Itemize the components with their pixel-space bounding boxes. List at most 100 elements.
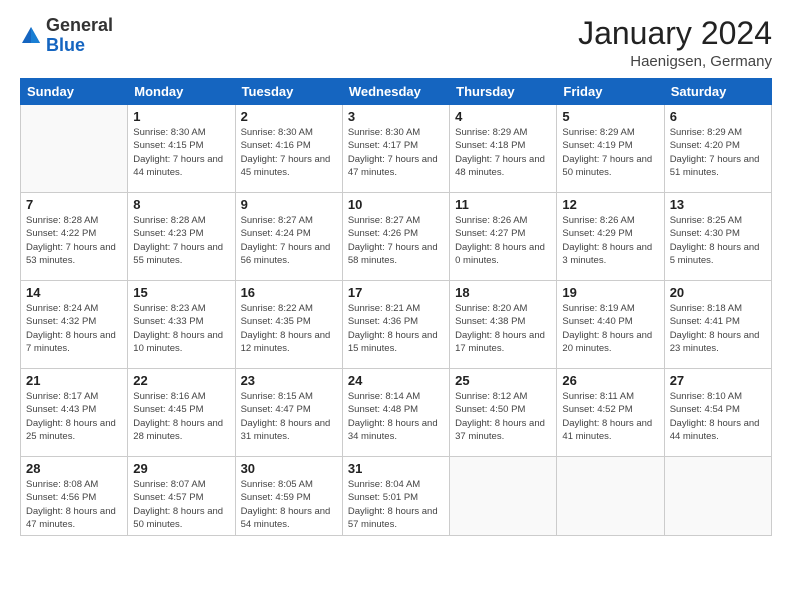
day-number: 2 [241, 109, 337, 124]
day-info: Sunrise: 8:29 AMSunset: 4:19 PMDaylight:… [562, 126, 658, 179]
calendar-cell: 31 Sunrise: 8:04 AMSunset: 5:01 PMDayligh… [342, 457, 449, 536]
day-number: 3 [348, 109, 444, 124]
calendar-cell: 27 Sunrise: 8:10 AMSunset: 4:54 PMDayligh… [664, 369, 771, 457]
day-info: Sunrise: 8:26 AMSunset: 4:27 PMDaylight:… [455, 214, 551, 267]
day-info: Sunrise: 8:26 AMSunset: 4:29 PMDaylight:… [562, 214, 658, 267]
calendar-cell: 20 Sunrise: 8:18 AMSunset: 4:41 PMDayligh… [664, 281, 771, 369]
calendar-cell: 10 Sunrise: 8:27 AMSunset: 4:26 PMDayligh… [342, 193, 449, 281]
day-number: 26 [562, 373, 658, 388]
calendar-cell: 29Sunrise: 8:07 AMSunset: 4:57 PMDayligh… [128, 457, 235, 536]
logo: General Blue [20, 16, 113, 56]
calendar-cell: 22Sunrise: 8:16 AMSunset: 4:45 PMDayligh… [128, 369, 235, 457]
day-number: 1 [133, 109, 229, 124]
weekday-header-thursday: Thursday [450, 79, 557, 105]
calendar-cell: 18Sunrise: 8:20 AMSunset: 4:38 PMDayligh… [450, 281, 557, 369]
day-number: 20 [670, 285, 766, 300]
day-number: 28 [26, 461, 122, 476]
title-block: January 2024 Haenigsen, Germany [578, 16, 772, 70]
day-info: Sunrise: 8:11 AMSunset: 4:52 PMDaylight:… [562, 390, 658, 443]
calendar-cell: 16 Sunrise: 8:22 AMSunset: 4:35 PMDayligh… [235, 281, 342, 369]
calendar-cell: 25Sunrise: 8:12 AMSunset: 4:50 PMDayligh… [450, 369, 557, 457]
logo-general: General [46, 15, 113, 35]
day-number: 7 [26, 197, 122, 212]
day-number: 8 [133, 197, 229, 212]
day-info: Sunrise: 8:10 AMSunset: 4:54 PMDaylight:… [670, 390, 766, 443]
calendar-cell: 24 Sunrise: 8:14 AMSunset: 4:48 PMDayligh… [342, 369, 449, 457]
calendar-cell: 15Sunrise: 8:23 AMSunset: 4:33 PMDayligh… [128, 281, 235, 369]
calendar-cell: 1Sunrise: 8:30 AMSunset: 4:15 PMDaylight… [128, 105, 235, 193]
day-number: 14 [26, 285, 122, 300]
day-number: 22 [133, 373, 229, 388]
calendar-cell: 6Sunrise: 8:29 AMSunset: 4:20 PMDaylight… [664, 105, 771, 193]
day-info: Sunrise: 8:12 AMSunset: 4:50 PMDaylight:… [455, 390, 551, 443]
day-number: 30 [241, 461, 337, 476]
calendar-cell: 28 Sunrise: 8:08 AMSunset: 4:56 PMDayligh… [21, 457, 128, 536]
day-number: 17 [348, 285, 444, 300]
day-info: Sunrise: 8:08 AMSunset: 4:56 PMDaylight:… [26, 478, 122, 531]
day-number: 23 [241, 373, 337, 388]
weekday-header-sunday: Sunday [21, 79, 128, 105]
day-info: Sunrise: 8:19 AMSunset: 4:40 PMDaylight:… [562, 302, 658, 355]
day-number: 4 [455, 109, 551, 124]
weekday-header-saturday: Saturday [664, 79, 771, 105]
day-info: Sunrise: 8:27 AMSunset: 4:24 PMDaylight:… [241, 214, 337, 267]
day-number: 29 [133, 461, 229, 476]
day-info: Sunrise: 8:20 AMSunset: 4:38 PMDaylight:… [455, 302, 551, 355]
day-info: Sunrise: 8:29 AMSunset: 4:18 PMDaylight:… [455, 126, 551, 179]
day-number: 5 [562, 109, 658, 124]
calendar-table: SundayMondayTuesdayWednesdayThursdayFrid… [20, 78, 772, 536]
day-info: Sunrise: 8:04 AMSunset: 5:01 PMDaylight:… [348, 478, 444, 531]
day-number: 31 [348, 461, 444, 476]
day-info: Sunrise: 8:18 AMSunset: 4:41 PMDaylight:… [670, 302, 766, 355]
month-title: January 2024 [578, 16, 772, 51]
day-info: Sunrise: 8:30 AMSunset: 4:16 PMDaylight:… [241, 126, 337, 179]
day-number: 27 [670, 373, 766, 388]
calendar-cell: 3 Sunrise: 8:30 AMSunset: 4:17 PMDaylight… [342, 105, 449, 193]
day-number: 16 [241, 285, 337, 300]
day-number: 10 [348, 197, 444, 212]
calendar-cell: 19 Sunrise: 8:19 AMSunset: 4:40 PMDayligh… [557, 281, 664, 369]
day-number: 24 [348, 373, 444, 388]
calendar-cell: 30Sunrise: 8:05 AMSunset: 4:59 PMDayligh… [235, 457, 342, 536]
calendar-cell [450, 457, 557, 536]
calendar-cell [664, 457, 771, 536]
header: General Blue January 2024 Haenigsen, Ger… [20, 16, 772, 70]
day-info: Sunrise: 8:17 AMSunset: 4:43 PMDaylight:… [26, 390, 122, 443]
calendar-cell: 13 Sunrise: 8:25 AMSunset: 4:30 PMDayligh… [664, 193, 771, 281]
day-number: 13 [670, 197, 766, 212]
logo-text: General Blue [46, 16, 113, 56]
calendar-cell: 7 Sunrise: 8:28 AMSunset: 4:22 PMDaylight… [21, 193, 128, 281]
day-info: Sunrise: 8:27 AMSunset: 4:26 PMDaylight:… [348, 214, 444, 267]
day-info: Sunrise: 8:15 AMSunset: 4:47 PMDaylight:… [241, 390, 337, 443]
weekday-header-tuesday: Tuesday [235, 79, 342, 105]
day-number: 11 [455, 197, 551, 212]
day-info: Sunrise: 8:14 AMSunset: 4:48 PMDaylight:… [348, 390, 444, 443]
day-number: 19 [562, 285, 658, 300]
weekday-header-row: SundayMondayTuesdayWednesdayThursdayFrid… [21, 79, 772, 105]
calendar-cell: 4 Sunrise: 8:29 AMSunset: 4:18 PMDaylight… [450, 105, 557, 193]
weekday-header-wednesday: Wednesday [342, 79, 449, 105]
day-number: 9 [241, 197, 337, 212]
calendar-cell: 5 Sunrise: 8:29 AMSunset: 4:19 PMDaylight… [557, 105, 664, 193]
day-info: Sunrise: 8:28 AMSunset: 4:22 PMDaylight:… [26, 214, 122, 267]
location: Haenigsen, Germany [578, 53, 772, 70]
calendar-cell [557, 457, 664, 536]
calendar-cell: 2 Sunrise: 8:30 AMSunset: 4:16 PMDaylight… [235, 105, 342, 193]
day-number: 15 [133, 285, 229, 300]
calendar-cell: 26 Sunrise: 8:11 AMSunset: 4:52 PMDayligh… [557, 369, 664, 457]
day-info: Sunrise: 8:22 AMSunset: 4:35 PMDaylight:… [241, 302, 337, 355]
day-number: 21 [26, 373, 122, 388]
day-info: Sunrise: 8:30 AMSunset: 4:17 PMDaylight:… [348, 126, 444, 179]
week-row-4: 21 Sunrise: 8:17 AMSunset: 4:43 PMDayligh… [21, 369, 772, 457]
page: General Blue January 2024 Haenigsen, Ger… [0, 0, 792, 612]
calendar-cell: 11 Sunrise: 8:26 AMSunset: 4:27 PMDayligh… [450, 193, 557, 281]
calendar-cell: 12Sunrise: 8:26 AMSunset: 4:29 PMDayligh… [557, 193, 664, 281]
weekday-header-monday: Monday [128, 79, 235, 105]
day-info: Sunrise: 8:25 AMSunset: 4:30 PMDaylight:… [670, 214, 766, 267]
calendar-cell: 8Sunrise: 8:28 AMSunset: 4:23 PMDaylight… [128, 193, 235, 281]
day-info: Sunrise: 8:29 AMSunset: 4:20 PMDaylight:… [670, 126, 766, 179]
calendar-cell: 23 Sunrise: 8:15 AMSunset: 4:47 PMDayligh… [235, 369, 342, 457]
logo-icon [20, 25, 42, 47]
calendar-cell: 21 Sunrise: 8:17 AMSunset: 4:43 PMDayligh… [21, 369, 128, 457]
week-row-5: 28 Sunrise: 8:08 AMSunset: 4:56 PMDayligh… [21, 457, 772, 536]
